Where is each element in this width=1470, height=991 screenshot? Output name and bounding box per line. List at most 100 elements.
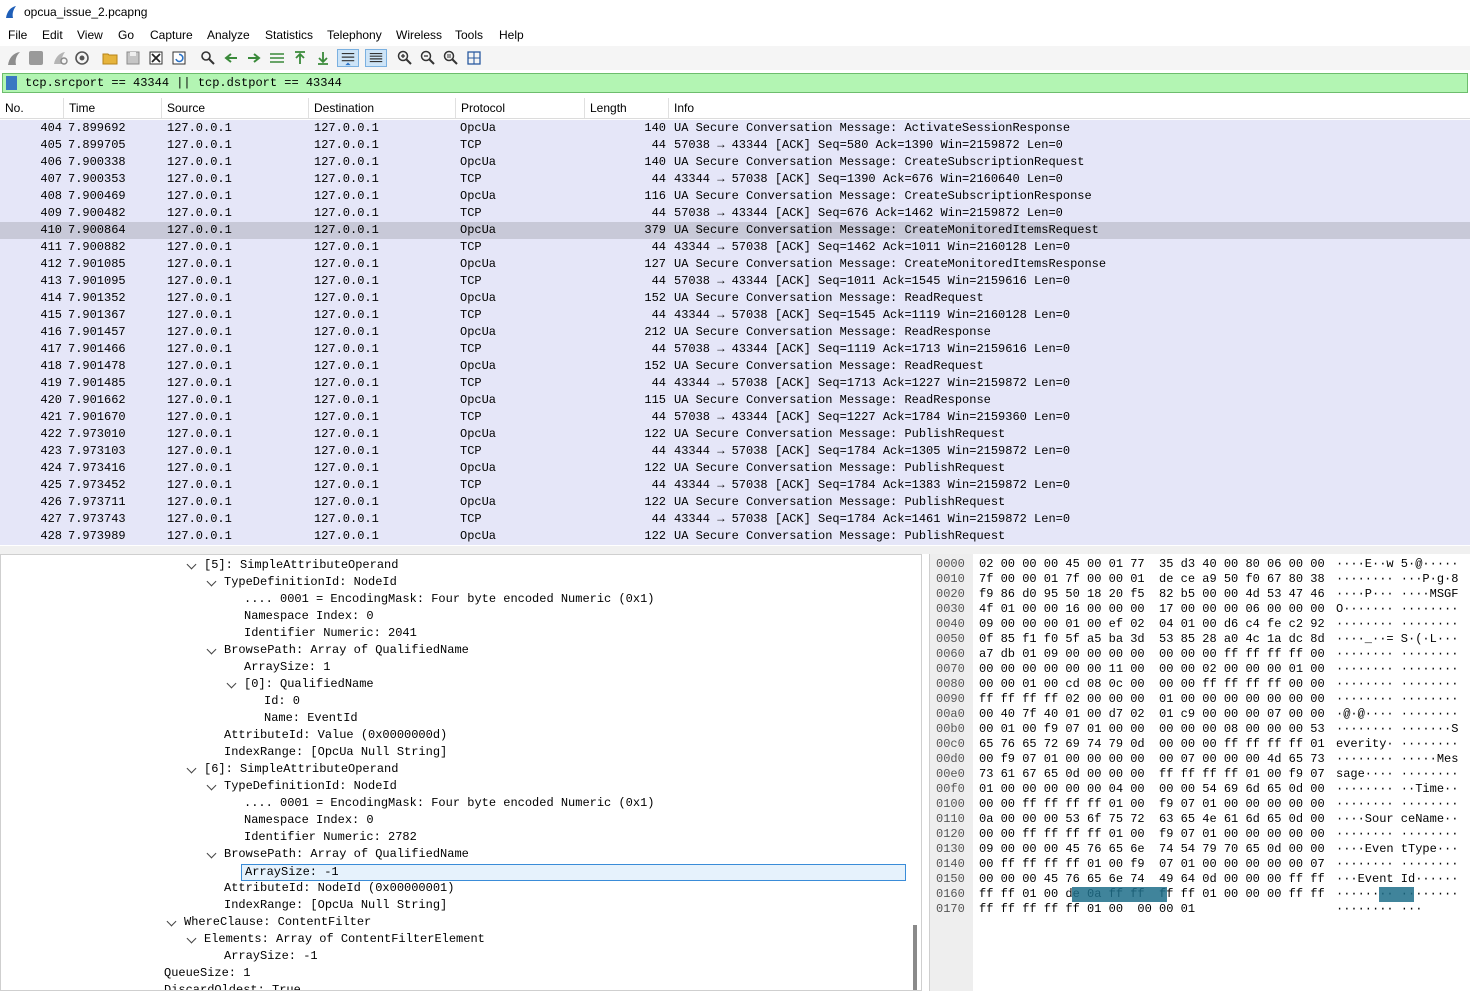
expand-chevron-icon[interactable] bbox=[186, 559, 197, 570]
hex-row[interactable]: 00a0 00 40 7f 40 01 00 d7 02 01 c9 00 00 … bbox=[930, 707, 1470, 722]
hex-row[interactable]: 0080 00 00 01 00 cd 08 0c 00 00 00 ff ff … bbox=[930, 677, 1470, 692]
packet-row[interactable]: 408 7.900469 127.0.0.1 127.0.0.1 OpcUa 116 UA … bbox=[0, 188, 1470, 205]
detail-line[interactable]: [6]: SimpleAttributeOperand bbox=[204, 762, 398, 779]
packet-row[interactable]: 423 7.973103 127.0.0.1 127.0.0.1 TCP 44 43344 … bbox=[0, 443, 1470, 460]
hex-row[interactable]: 0100 00 00 ff ff ff ff 01 00 f9 07 01 00 … bbox=[930, 797, 1470, 812]
column-header-info[interactable]: Info bbox=[674, 101, 694, 115]
detail-line[interactable]: IndexRange: [OpcUa Null String] bbox=[224, 898, 447, 915]
packet-row[interactable]: 427 7.973743 127.0.0.1 127.0.0.1 TCP 44 43344 … bbox=[0, 511, 1470, 528]
detail-line[interactable]: IndexRange: [OpcUa Null String] bbox=[224, 745, 447, 762]
hex-bytes[interactable]: 00 00 ff ff ff ff 01 00 f9 07 01 00 00 0… bbox=[979, 797, 1325, 811]
hex-ascii[interactable]: sage···· ········ bbox=[1336, 767, 1458, 781]
menu-statistics[interactable]: Statistics bbox=[265, 28, 313, 42]
packet-row[interactable]: 425 7.973452 127.0.0.1 127.0.0.1 TCP 44 43344 … bbox=[0, 477, 1470, 494]
hex-bytes[interactable]: 4f 01 00 00 16 00 00 00 17 00 00 00 06 0… bbox=[979, 602, 1325, 616]
display-filter-bar[interactable]: tcp.srcport == 43344 || tcp.dstport == 4… bbox=[2, 73, 1468, 93]
go-to-packet-icon[interactable] bbox=[268, 49, 286, 67]
hex-bytes[interactable]: 09 00 00 00 01 00 ef 02 04 01 00 d6 c4 f… bbox=[979, 617, 1325, 631]
hex-bytes[interactable]: 00 00 00 45 76 65 6e 74 49 64 0d 00 00 0… bbox=[979, 872, 1325, 886]
hex-ascii[interactable]: ········ ········ bbox=[1336, 797, 1458, 811]
detail-line[interactable]: WhereClause: ContentFilter bbox=[184, 915, 371, 932]
hex-bytes[interactable]: 00 00 ff ff ff ff 01 00 f9 07 01 00 00 0… bbox=[979, 827, 1325, 841]
hex-row[interactable]: 0070 00 00 00 00 00 00 11 00 00 00 02 00 … bbox=[930, 662, 1470, 677]
detail-line[interactable]: [0]: QualifiedName bbox=[244, 677, 374, 694]
hex-bytes[interactable]: a7 db 01 09 00 00 00 00 00 00 00 ff ff f… bbox=[979, 647, 1325, 661]
restart-capture-icon[interactable] bbox=[51, 49, 69, 67]
hex-ascii[interactable]: ····Even tType··· bbox=[1336, 842, 1458, 856]
column-separator[interactable] bbox=[308, 98, 309, 118]
menu-view[interactable]: View bbox=[77, 28, 103, 42]
hex-bytes[interactable]: 01 00 00 00 00 00 04 00 00 00 54 69 6d 6… bbox=[979, 782, 1325, 796]
hex-ascii[interactable]: ········ ········ bbox=[1336, 857, 1458, 871]
hex-ascii[interactable]: ········ ·······S bbox=[1336, 722, 1458, 736]
menu-go[interactable]: Go bbox=[118, 28, 134, 42]
detail-line[interactable]: .... 0001 = EncodingMask: Four byte enco… bbox=[244, 796, 654, 813]
hex-bytes[interactable]: 65 76 65 72 69 74 79 0d 00 00 00 ff ff f… bbox=[979, 737, 1325, 751]
expand-chevron-icon[interactable] bbox=[226, 678, 237, 689]
hex-bytes[interactable]: 7f 00 00 01 7f 00 00 01 de ce a9 50 f0 6… bbox=[979, 572, 1325, 586]
packet-row[interactable]: 426 7.973711 127.0.0.1 127.0.0.1 OpcUa 122 UA … bbox=[0, 494, 1470, 511]
hex-ascii[interactable]: ········ ··Time·· bbox=[1336, 782, 1458, 796]
open-file-icon[interactable] bbox=[101, 49, 119, 67]
hex-row[interactable]: 0000 02 00 00 00 45 00 01 77 35 d3 40 00 … bbox=[930, 557, 1470, 572]
hex-ascii[interactable]: ····_··= S·(·L··· bbox=[1336, 632, 1458, 646]
detail-line[interactable]: AttributeId: Value (0x0000000d) bbox=[224, 728, 447, 745]
hex-row[interactable]: 00d0 00 f9 07 01 00 00 00 00 00 07 00 00 … bbox=[930, 752, 1470, 767]
hex-ascii[interactable]: O······· ········ bbox=[1336, 602, 1458, 616]
hex-row[interactable]: 0050 0f 85 f1 f0 5f a5 ba 3d 53 85 28 a0 … bbox=[930, 632, 1470, 647]
column-separator[interactable] bbox=[161, 98, 162, 118]
packet-row[interactable]: 424 7.973416 127.0.0.1 127.0.0.1 OpcUa 122 UA … bbox=[0, 460, 1470, 477]
menu-edit[interactable]: Edit bbox=[42, 28, 63, 42]
column-separator[interactable] bbox=[455, 98, 456, 118]
hex-ascii[interactable]: ········ ········ bbox=[1336, 647, 1458, 661]
hex-bytes[interactable]: 00 01 00 f9 07 01 00 00 00 00 00 08 00 0… bbox=[979, 722, 1325, 736]
hex-bytes[interactable]: 09 00 00 00 45 76 65 6e 74 54 79 70 65 0… bbox=[979, 842, 1325, 856]
packet-row[interactable]: 412 7.901085 127.0.0.1 127.0.0.1 OpcUa 127 UA … bbox=[0, 256, 1470, 273]
hex-ascii[interactable]: everity· ········ bbox=[1336, 737, 1458, 751]
menu-file[interactable]: File bbox=[8, 28, 27, 42]
packet-row[interactable]: 414 7.901352 127.0.0.1 127.0.0.1 OpcUa 152 UA … bbox=[0, 290, 1470, 307]
hex-row[interactable]: 0110 0a 00 00 00 53 6f 75 72 63 65 4e 61 … bbox=[930, 812, 1470, 827]
hex-row[interactable]: 0170 ff ff ff ff ff 01 00 00 00 01 ·······… bbox=[930, 902, 1470, 917]
detail-line[interactable]: [5]: SimpleAttributeOperand bbox=[204, 558, 398, 575]
packet-row[interactable]: 416 7.901457 127.0.0.1 127.0.0.1 OpcUa 212 UA … bbox=[0, 324, 1470, 341]
packet-details-tree[interactable]: [5]: SimpleAttributeOperand TypeDefinitio… bbox=[0, 554, 922, 991]
column-separator[interactable] bbox=[668, 98, 669, 118]
packet-row[interactable]: 419 7.901485 127.0.0.1 127.0.0.1 TCP 44 43344 … bbox=[0, 375, 1470, 392]
expand-chevron-icon[interactable] bbox=[206, 780, 217, 791]
hex-row[interactable]: 00f0 01 00 00 00 00 00 04 00 00 00 54 69 … bbox=[930, 782, 1470, 797]
detail-line[interactable]: Namespace Index: 0 bbox=[244, 609, 374, 626]
hex-row[interactable]: 0140 00 ff ff ff ff 01 00 f9 07 01 00 00 … bbox=[930, 857, 1470, 872]
packet-row[interactable]: 405 7.899705 127.0.0.1 127.0.0.1 TCP 44 57038 … bbox=[0, 137, 1470, 154]
hex-bytes[interactable]: 02 00 00 00 45 00 01 77 35 d3 40 00 80 0… bbox=[979, 557, 1325, 571]
hex-bytes[interactable]: 73 61 67 65 0d 00 00 00 ff ff ff ff 01 0… bbox=[979, 767, 1325, 781]
packet-list[interactable]: 404 7.899692 127.0.0.1 127.0.0.1 OpcUa 140 UA … bbox=[0, 120, 1470, 545]
go-forward-icon[interactable] bbox=[245, 49, 263, 67]
detail-line-selected[interactable]: ArraySize: -1 bbox=[241, 864, 906, 881]
packet-row[interactable]: 417 7.901466 127.0.0.1 127.0.0.1 TCP 44 57038 … bbox=[0, 341, 1470, 358]
packet-row[interactable]: 407 7.900353 127.0.0.1 127.0.0.1 TCP 44 43344 … bbox=[0, 171, 1470, 188]
hex-row[interactable]: 0060 a7 db 01 09 00 00 00 00 00 00 00 ff … bbox=[930, 647, 1470, 662]
shark-fin-start-icon[interactable] bbox=[5, 49, 23, 67]
go-last-packet-icon[interactable] bbox=[314, 49, 332, 67]
hex-row[interactable]: 0010 7f 00 00 01 7f 00 00 01 de ce a9 50 … bbox=[930, 572, 1470, 587]
expand-chevron-icon[interactable] bbox=[206, 848, 217, 859]
hex-bytes[interactable]: 00 ff ff ff ff 01 00 f9 07 01 00 00 00 0… bbox=[979, 857, 1325, 871]
column-header-destination[interactable]: Destination bbox=[314, 101, 374, 115]
column-separator[interactable] bbox=[584, 98, 585, 118]
hex-bytes[interactable]: 00 00 01 00 cd 08 0c 00 00 00 ff ff ff f… bbox=[979, 677, 1325, 691]
hex-ascii[interactable]: ········ ···P·g·8 bbox=[1336, 572, 1458, 586]
hex-bytes[interactable]: 00 40 7f 40 01 00 d7 02 01 c9 00 00 00 0… bbox=[979, 707, 1325, 721]
hex-ascii[interactable]: ·@·@···· ········ bbox=[1336, 707, 1458, 721]
stop-capture-icon[interactable] bbox=[29, 51, 43, 65]
hex-ascii[interactable]: ····Sour ceName·· bbox=[1336, 812, 1458, 826]
hex-bytes[interactable]: f9 86 d0 95 50 18 20 f5 82 b5 00 00 4d 5… bbox=[979, 587, 1325, 601]
hex-bytes[interactable]: ff ff ff ff ff 01 00 00 00 01 bbox=[979, 902, 1195, 916]
detail-line[interactable]: AttributeId: NodeId (0x00000001) bbox=[224, 881, 454, 898]
detail-line[interactable]: .... 0001 = EncodingMask: Four byte enco… bbox=[244, 592, 654, 609]
hex-row[interactable]: 00c0 65 76 65 72 69 74 79 0d 00 00 00 ff … bbox=[930, 737, 1470, 752]
detail-line[interactable]: Elements: Array of ContentFilterElement bbox=[204, 932, 485, 949]
detail-line[interactable]: ArraySize: -1 bbox=[224, 949, 318, 966]
save-file-icon[interactable] bbox=[124, 49, 142, 67]
packet-row[interactable]: 421 7.901670 127.0.0.1 127.0.0.1 TCP 44 57038 … bbox=[0, 409, 1470, 426]
